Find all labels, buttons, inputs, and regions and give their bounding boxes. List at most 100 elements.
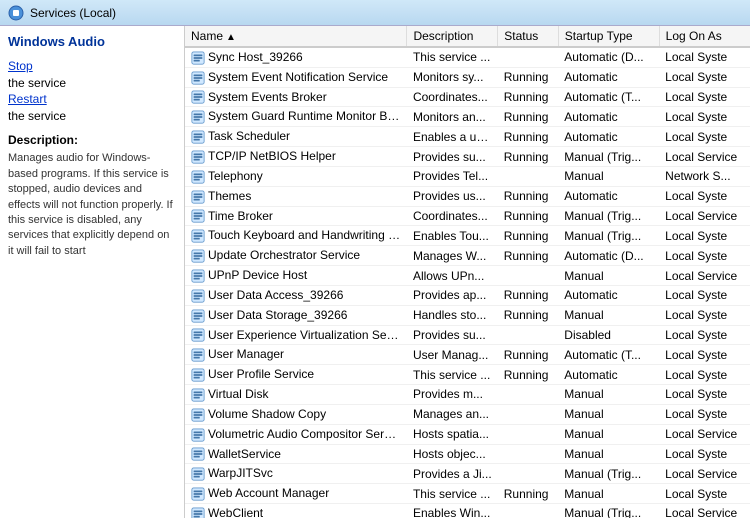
service-startup-cell: Manual (Trig... <box>558 504 659 518</box>
service-startup-cell: Automatic (D... <box>558 246 659 266</box>
service-name-cell: System Guard Runtime Monitor Broker <box>185 107 407 127</box>
table-row[interactable]: TelephonyProvides Tel...ManualNetwork S.… <box>185 166 750 186</box>
service-logon-cell: Local Syste <box>659 285 750 305</box>
service-status-cell: Running <box>498 127 559 147</box>
service-desc-cell: Provides us... <box>407 186 498 206</box>
service-name-cell: Volume Shadow Copy <box>185 404 407 424</box>
service-startup-cell: Disabled <box>558 325 659 345</box>
service-name-cell: UPnP Device Host <box>185 266 407 286</box>
table-row[interactable]: Touch Keyboard and Handwriting Panel Ser… <box>185 226 750 246</box>
table-row[interactable]: UPnP Device HostAllows UPn...ManualLocal… <box>185 266 750 286</box>
service-status-cell <box>498 464 559 484</box>
service-logon-cell: Local Syste <box>659 305 750 325</box>
service-name-cell: Volumetric Audio Compositor Service <box>185 424 407 444</box>
header-logon[interactable]: Log On As <box>659 26 750 47</box>
service-status-cell: Running <box>498 365 559 385</box>
sort-arrow: ▲ <box>226 32 236 43</box>
service-name-cell: User Manager <box>185 345 407 365</box>
service-status-cell <box>498 166 559 186</box>
selected-service-name: Windows Audio <box>8 34 176 49</box>
service-desc-cell: Handles sto... <box>407 305 498 325</box>
service-startup-cell: Manual <box>558 484 659 504</box>
service-logon-cell: Local Syste <box>659 47 750 67</box>
service-startup-cell: Automatic <box>558 186 659 206</box>
service-desc-cell: Provides a Ji... <box>407 464 498 484</box>
table-row[interactable]: Time BrokerCoordinates...RunningManual (… <box>185 206 750 226</box>
header-description[interactable]: Description <box>407 26 498 47</box>
service-logon-cell: Local Syste <box>659 246 750 266</box>
table-row[interactable]: Update Orchestrator ServiceManages W...R… <box>185 246 750 266</box>
service-name-cell: Web Account Manager <box>185 484 407 504</box>
service-status-cell <box>498 47 559 67</box>
header-startup[interactable]: Startup Type <box>558 26 659 47</box>
service-desc-cell: Manages W... <box>407 246 498 266</box>
service-desc-cell: Provides su... <box>407 325 498 345</box>
table-row[interactable]: User Data Storage_39266Handles sto...Run… <box>185 305 750 325</box>
title-bar: Services (Local) <box>0 0 750 26</box>
service-desc-cell: Provides m... <box>407 385 498 405</box>
table-row[interactable]: TCP/IP NetBIOS HelperProvides su...Runni… <box>185 147 750 167</box>
table-row[interactable]: ThemesProvides us...RunningAutomaticLoca… <box>185 186 750 206</box>
service-name-cell: WebClient <box>185 504 407 518</box>
service-startup-cell: Automatic <box>558 107 659 127</box>
table-row[interactable]: WalletServiceHosts objec...ManualLocal S… <box>185 444 750 464</box>
service-startup-cell: Automatic <box>558 285 659 305</box>
service-desc-cell: Provides Tel... <box>407 166 498 186</box>
table-row[interactable]: Volume Shadow CopyManages an...ManualLoc… <box>185 404 750 424</box>
table-row[interactable]: System Events BrokerCoordinates...Runnin… <box>185 87 750 107</box>
table-row[interactable]: Web Account ManagerThis service ...Runni… <box>185 484 750 504</box>
service-startup-cell: Manual <box>558 404 659 424</box>
stop-action: Stop the service <box>8 57 176 90</box>
table-row[interactable]: WarpJITSvcProvides a Ji...Manual (Trig..… <box>185 464 750 484</box>
service-status-cell: Running <box>498 226 559 246</box>
service-status-cell <box>498 385 559 405</box>
restart-link[interactable]: Restart <box>8 90 176 109</box>
table-row[interactable]: Volumetric Audio Compositor ServiceHosts… <box>185 424 750 444</box>
service-status-cell: Running <box>498 147 559 167</box>
service-startup-cell: Manual (Trig... <box>558 147 659 167</box>
service-status-cell <box>498 404 559 424</box>
table-row[interactable]: System Guard Runtime Monitor BrokerMonit… <box>185 107 750 127</box>
service-startup-cell: Manual (Trig... <box>558 206 659 226</box>
header-status[interactable]: Status <box>498 26 559 47</box>
services-icon <box>8 5 24 21</box>
service-name-cell: Themes <box>185 186 407 206</box>
table-row[interactable]: System Event Notification ServiceMonitor… <box>185 67 750 87</box>
table-row[interactable]: Virtual DiskProvides m...ManualLocal Sys… <box>185 385 750 405</box>
service-logon-cell: Local Service <box>659 464 750 484</box>
table-row[interactable]: User Experience Virtualization ServicePr… <box>185 325 750 345</box>
table-row[interactable]: User Profile ServiceThis service ...Runn… <box>185 365 750 385</box>
service-startup-cell: Manual <box>558 166 659 186</box>
service-name-cell: Time Broker <box>185 206 407 226</box>
service-status-cell <box>498 504 559 518</box>
header-name[interactable]: Name▲ <box>185 26 407 47</box>
service-logon-cell: Local Syste <box>659 226 750 246</box>
service-name-cell: Sync Host_39266 <box>185 47 407 67</box>
service-status-cell: Running <box>498 206 559 226</box>
service-name-cell: User Experience Virtualization Service <box>185 325 407 345</box>
title-bar-text: Services (Local) <box>30 6 116 20</box>
service-name-cell: Task Scheduler <box>185 127 407 147</box>
table-row[interactable]: User Data Access_39266Provides ap...Runn… <box>185 285 750 305</box>
stop-link[interactable]: Stop <box>8 57 176 76</box>
service-desc-cell: Enables Win... <box>407 504 498 518</box>
service-startup-cell: Automatic (D... <box>558 47 659 67</box>
service-logon-cell: Local Service <box>659 266 750 286</box>
service-logon-cell: Local Service <box>659 206 750 226</box>
restart-action: Restart the service <box>8 90 176 123</box>
service-desc-cell: This service ... <box>407 365 498 385</box>
service-name-cell: Telephony <box>185 166 407 186</box>
service-desc-cell: Hosts spatia... <box>407 424 498 444</box>
table-row[interactable]: Sync Host_39266This service ...Automatic… <box>185 47 750 67</box>
service-logon-cell: Local Syste <box>659 87 750 107</box>
service-startup-cell: Manual <box>558 444 659 464</box>
table-row[interactable]: User ManagerUser Manag...RunningAutomati… <box>185 345 750 365</box>
service-logon-cell: Local Syste <box>659 127 750 147</box>
service-startup-cell: Manual <box>558 385 659 405</box>
table-row[interactable]: WebClientEnables Win...Manual (Trig...Lo… <box>185 504 750 518</box>
service-logon-cell: Local Syste <box>659 107 750 127</box>
service-desc-cell: Enables Tou... <box>407 226 498 246</box>
service-startup-cell: Automatic (T... <box>558 345 659 365</box>
table-row[interactable]: Task SchedulerEnables a us...RunningAuto… <box>185 127 750 147</box>
services-table: Name▲ Description Status Startup Type Lo… <box>185 26 750 518</box>
